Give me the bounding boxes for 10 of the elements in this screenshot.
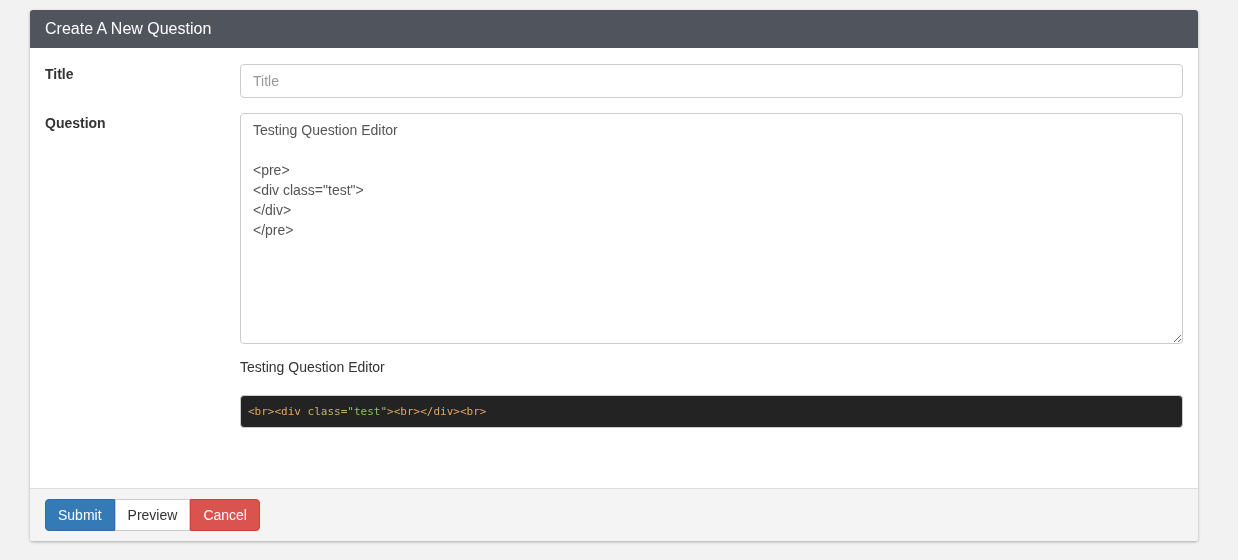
title-input-field[interactable]: Title (240, 64, 1183, 98)
preview-text: Testing Question Editor (240, 359, 386, 375)
preview-button[interactable]: Preview (114, 499, 191, 531)
cancel-button[interactable]: Cancel (190, 499, 260, 531)
field-label: Question (45, 114, 107, 133)
submit-button[interactable]: Submit (45, 499, 115, 531)
question-text-area[interactable]: Testing Question Editor <pre> <div class="test"> </div> </pre> (240, 113, 1183, 344)
panel-title: Create A New Question (30, 10, 1198, 48)
field-label: Title (45, 65, 75, 84)
code-block: <br><div class="test"><br></div><br> (240, 395, 1183, 428)
